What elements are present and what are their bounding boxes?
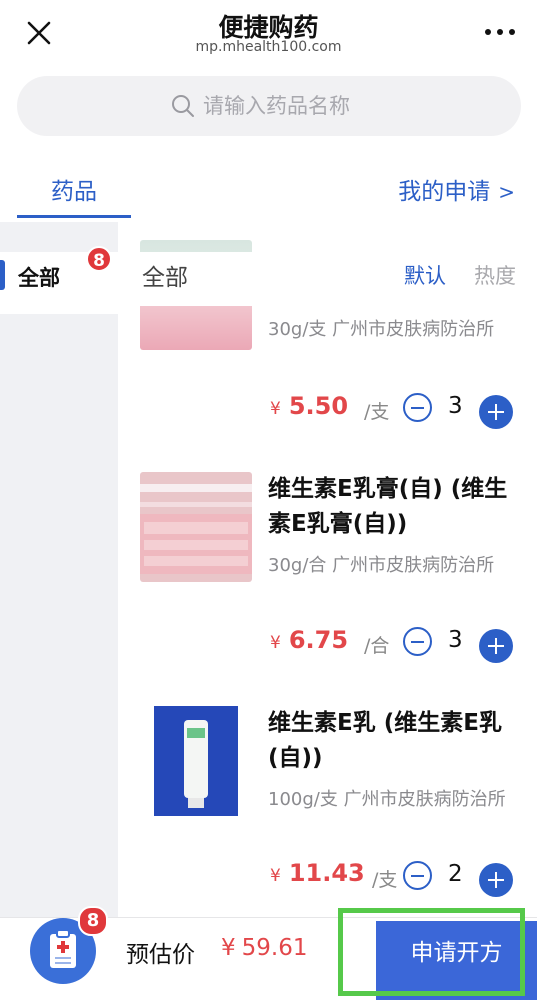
decrease-quantity-button[interactable] xyxy=(403,627,432,656)
sort-default-button[interactable]: 默认 xyxy=(404,260,446,290)
cart-count-badge: 8 xyxy=(78,906,108,936)
my-applications-label: 我的申请 xyxy=(398,179,491,205)
product-price: ¥11.43 xyxy=(270,859,365,887)
lotion-tube-image xyxy=(140,706,252,816)
sidebar-item-label: 全部 xyxy=(18,266,60,290)
quantity-value: 3 xyxy=(448,393,463,419)
bottom-bar: 8 预估价 ¥59.61 申请开方 xyxy=(0,906,537,1000)
category-sidebar: 全部 8 xyxy=(0,222,118,922)
product-image[interactable] xyxy=(140,706,252,816)
product-price: ¥6.75 xyxy=(270,626,348,654)
more-icon[interactable] xyxy=(483,22,517,42)
product-price: ¥5.50 xyxy=(270,392,348,420)
price-unit: /支 xyxy=(364,401,390,423)
my-applications-link[interactable]: 我的申请 > xyxy=(398,172,515,206)
list-title: 全部 xyxy=(142,265,188,291)
decrease-quantity-button[interactable] xyxy=(403,861,432,890)
product-list[interactable]: 30g/支 广州市皮肤病防治所 ¥5.50 /支 3 全部 默认 热度 维生素E… xyxy=(118,222,537,922)
quantity-value: 2 xyxy=(448,861,463,887)
sidebar-item-all[interactable]: 全部 8 xyxy=(0,246,118,314)
currency-symbol: ¥ xyxy=(221,935,236,961)
price-unit: /合 xyxy=(364,635,390,657)
search-bar[interactable] xyxy=(17,76,521,136)
tab-row: 药品 我的申请 > xyxy=(0,150,537,220)
tab-active-underline xyxy=(17,215,131,218)
quantity-value: 3 xyxy=(448,627,463,653)
cream-jar-image xyxy=(140,472,252,582)
category-count-badge: 8 xyxy=(86,246,112,272)
tab-drugs[interactable]: 药品 xyxy=(17,150,131,220)
currency-symbol: ¥ xyxy=(270,866,281,886)
sort-popularity-button[interactable]: 热度 xyxy=(474,260,516,290)
product-image[interactable] xyxy=(140,472,252,582)
top-bar: 便捷购药 mp.mhealth100.com xyxy=(0,0,537,70)
decrease-quantity-button[interactable] xyxy=(403,393,432,422)
selected-indicator xyxy=(0,260,5,290)
product-spec: 100g/支 广州市皮肤病防治所 xyxy=(268,789,506,810)
product-name[interactable]: 维生素E乳膏(自) (维生素E乳膏(自)) xyxy=(268,472,518,542)
price-unit: /支 xyxy=(372,869,398,891)
increase-quantity-button[interactable] xyxy=(479,863,513,897)
search-icon xyxy=(172,95,194,117)
search-input[interactable] xyxy=(203,88,463,124)
apply-prescription-button[interactable]: 申请开方 xyxy=(376,921,537,1000)
increase-quantity-button[interactable] xyxy=(479,395,513,429)
currency-symbol: ¥ xyxy=(270,633,281,653)
increase-quantity-button[interactable] xyxy=(479,629,513,663)
list-header: 全部 默认 热度 xyxy=(118,252,537,306)
price-value: 6.75 xyxy=(288,626,349,654)
estimate-price: ¥59.61 xyxy=(221,935,308,961)
product-name[interactable]: 维生素E乳 (维生素E乳(自)) xyxy=(268,706,518,776)
app-url: mp.mhealth100.com xyxy=(195,39,342,55)
product-spec: 30g/合 广州市皮肤病防治所 xyxy=(268,555,495,576)
price-value: 11.43 xyxy=(288,859,365,887)
currency-symbol: ¥ xyxy=(270,399,281,419)
chevron-right-icon: > xyxy=(498,180,515,204)
estimate-label: 预估价 xyxy=(126,942,195,968)
estimate-value: 59.61 xyxy=(241,935,308,961)
product-spec: 30g/支 广州市皮肤病防治所 xyxy=(268,319,495,340)
price-value: 5.50 xyxy=(288,392,349,420)
